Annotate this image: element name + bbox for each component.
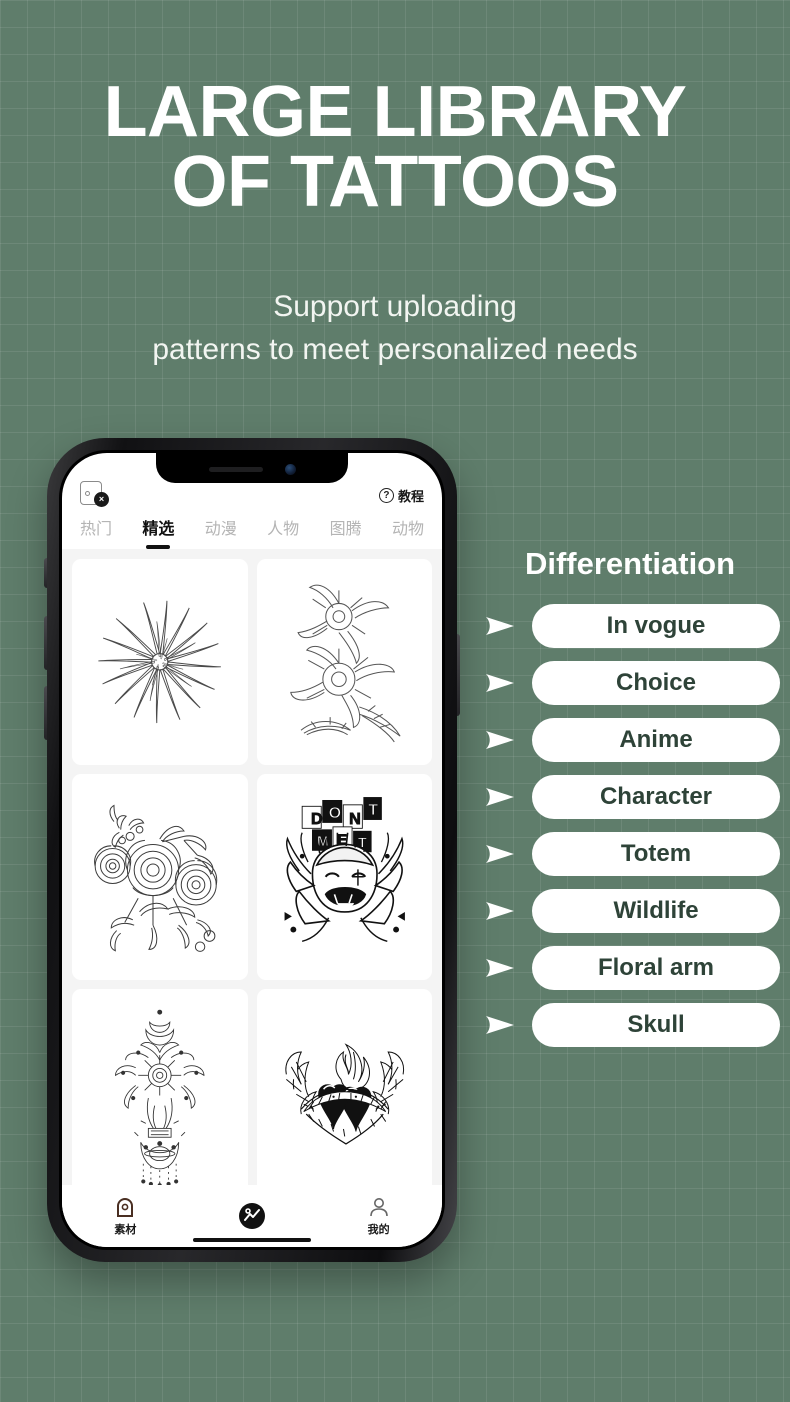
chrysanthemum-branch-art	[289, 584, 401, 743]
arrow-marker-icon	[486, 674, 514, 692]
tab-label: 热门	[80, 521, 113, 538]
tab-totem[interactable]: 图腾	[330, 515, 362, 549]
differentiation-title: Differentiation	[524, 546, 736, 581]
svg-text:D: D	[310, 810, 322, 828]
feature-pill-character[interactable]: Character	[532, 775, 780, 819]
feature-pill-totem[interactable]: Totem	[532, 832, 780, 876]
feature-pill-anime[interactable]: Anime	[532, 718, 780, 762]
create-circle-icon	[238, 1203, 265, 1229]
bag-with-close-badge-icon[interactable]: ×	[80, 479, 109, 507]
tab-label: 动漫	[204, 521, 237, 538]
feature-pill-in-vogue[interactable]: In vogue	[532, 604, 780, 648]
headline-line-1: LARGE LIBRARY	[103, 72, 687, 152]
phone-volume-up-button	[44, 616, 47, 670]
tab-character[interactable]: 人物	[267, 515, 299, 549]
arrow-marker-icon	[486, 1016, 514, 1034]
tattoo-card-chrysanthemum-bloom[interactable]	[72, 559, 248, 765]
tattoo-card-rose-bouquet[interactable]	[72, 774, 248, 980]
phone-screen: × ? 教程 热门 精选 动漫 人物 图腾 动物 D O N T M E T 素…	[62, 453, 442, 1247]
tattoo-gallery: D O N T M E T	[62, 549, 442, 1205]
nav-label: 素材	[114, 1224, 137, 1236]
phone-mute-switch	[44, 558, 47, 588]
nav-label: 我的	[367, 1224, 390, 1236]
tutorial-button[interactable]: ? 教程	[378, 486, 424, 505]
nav-item-materials[interactable]: 素材	[89, 1195, 161, 1237]
tattoo-card-celestial-sun-moon[interactable]	[72, 989, 248, 1195]
tab-label: 图腾	[329, 521, 362, 538]
feature-row-skull: Skull	[480, 1003, 780, 1047]
feature-pill-floral-arm[interactable]: Floral arm	[532, 946, 780, 990]
differentiation-panel: Differentiation In vogue Choice Anime Ch…	[480, 546, 780, 1060]
tattoo-grid: D O N T M E T	[72, 559, 432, 1195]
person-icon	[369, 1198, 388, 1217]
arrow-marker-icon	[486, 845, 514, 863]
tab-anime[interactable]: 动漫	[205, 515, 237, 549]
feature-pill-wildlife[interactable]: Wildlife	[532, 889, 780, 933]
tab-label: 人物	[267, 521, 300, 538]
phone-power-button	[457, 634, 460, 716]
app-header: × ? 教程	[62, 453, 442, 509]
nav-item-create[interactable]	[216, 1201, 288, 1231]
feature-row-floral-arm: Floral arm	[480, 946, 780, 990]
tab-label: 动物	[391, 521, 424, 538]
feature-pill-skull[interactable]: Skull	[532, 1003, 780, 1047]
feature-row-in-vogue: In vogue	[480, 604, 780, 648]
chrysanthemum-bloom-art	[98, 601, 221, 724]
subtitle-line-2: patterns to meet personalized needs	[152, 332, 638, 366]
tutorial-label: 教程	[397, 489, 424, 504]
anime-character-art: D O N T M E T	[284, 797, 405, 943]
tab-animal[interactable]: 动物	[392, 515, 424, 549]
arrow-marker-icon	[486, 902, 514, 920]
phone-mockup: × ? 教程 热门 精选 动漫 人物 图腾 动物 D O N T M E T 素…	[44, 438, 460, 1262]
nav-item-profile[interactable]: 我的	[343, 1195, 415, 1237]
svg-text:N: N	[349, 810, 361, 828]
question-circle-icon: ?	[378, 488, 394, 503]
arrow-marker-icon	[486, 959, 514, 977]
close-badge-icon: ×	[94, 492, 109, 507]
svg-text:O: O	[328, 804, 341, 822]
app-bottom-nav: 素材 我的	[62, 1185, 442, 1247]
feature-row-anime: Anime	[480, 718, 780, 762]
feature-row-choice: Choice	[480, 661, 780, 705]
tab-label: 精选	[142, 521, 175, 538]
arrow-marker-icon	[486, 731, 514, 749]
feature-pill-choice[interactable]: Choice	[532, 661, 780, 705]
arrow-marker-icon	[486, 617, 514, 635]
phone-volume-down-button	[44, 686, 47, 740]
tattoo-card-anime-character[interactable]: D O N T M E T	[256, 774, 432, 980]
arch-material-icon	[117, 1198, 134, 1217]
feature-row-character: Character	[480, 775, 780, 819]
headline-line-2: OF TATTOOS	[171, 141, 619, 222]
feature-row-wildlife: Wildlife	[480, 889, 780, 933]
tattoo-card-chrysanthemum-branch[interactable]	[256, 559, 432, 765]
tab-featured[interactable]: 精选	[142, 515, 174, 549]
celestial-sun-moon-art	[115, 1009, 205, 1187]
home-indicator	[193, 1238, 311, 1242]
page-title: LARGE LIBRARY OF TATTOOS	[0, 76, 790, 222]
page-subtitle: Support uploading patterns to meet perso…	[0, 286, 790, 371]
phone-bezel: × ? 教程 热门 精选 动漫 人物 图腾 动物 D O N T M E T 素…	[59, 450, 445, 1250]
rose-bouquet-art	[94, 804, 218, 953]
tattoo-card-winged-flaming-heart[interactable]	[256, 989, 432, 1195]
winged-flaming-heart-art	[284, 1043, 404, 1145]
arrow-marker-icon	[486, 788, 514, 806]
bag-dot	[85, 491, 90, 496]
feature-row-totem: Totem	[480, 832, 780, 876]
subtitle-line-1: Support uploading	[273, 290, 517, 323]
svg-text:T: T	[368, 801, 378, 819]
tab-hot[interactable]: 热门	[80, 515, 112, 549]
category-tab-bar: 热门 精选 动漫 人物 图腾 动物	[62, 509, 442, 549]
